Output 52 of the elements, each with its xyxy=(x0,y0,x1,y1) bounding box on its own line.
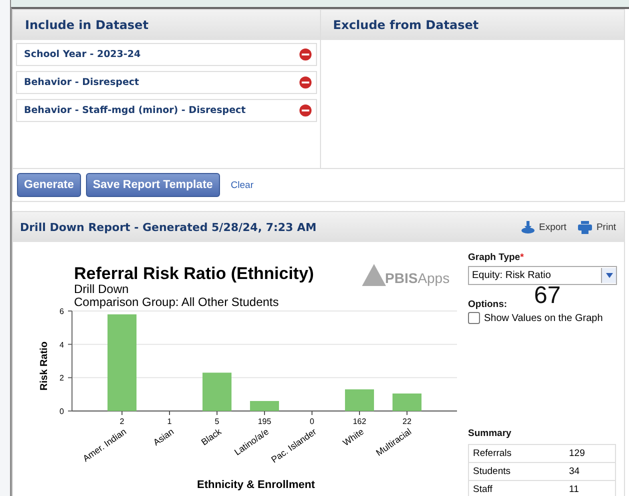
caret-icon xyxy=(606,273,612,278)
item-label: Behavior - Disrespect xyxy=(24,77,140,88)
table-cell-text: 34 xyxy=(568,466,581,477)
checkbox[interactable] xyxy=(468,312,480,324)
overlay-number: 67 xyxy=(534,284,561,308)
y-tick-label: 4 xyxy=(60,340,64,350)
x-category-label: White xyxy=(341,426,366,448)
enrollment-label: 162 xyxy=(352,417,366,426)
logo: PBISApps xyxy=(362,264,450,286)
action-button[interactable]: Save Report Template xyxy=(86,173,220,197)
graph-type-select[interactable]: Equity: Risk Ratio xyxy=(468,266,617,285)
options-label: Options: xyxy=(468,299,508,310)
chart-subtitle: Comparison Group: All Other Students xyxy=(74,295,279,309)
clear-link[interactable]: Clear xyxy=(224,180,260,190)
x-axis-title: Ethnicity & Enrollment xyxy=(197,479,315,491)
column-heading: Include in Dataset xyxy=(13,10,320,40)
y-axis-title: Risk Ratio xyxy=(39,342,50,390)
column-heading: Exclude from Dataset xyxy=(321,10,624,40)
bar xyxy=(250,401,279,411)
download-icon xyxy=(520,220,535,234)
field-label: Graph Type* xyxy=(468,252,525,263)
chart-title: Referral Risk Ratio (Ethnicity) xyxy=(74,264,314,283)
table-cell-text: Referrals xyxy=(472,448,513,459)
summary-title: Summary xyxy=(468,428,512,439)
report-title: Drill Down Report - Generated 5/28/24, 7:23 AM xyxy=(20,220,316,234)
table-cell-text: 11 xyxy=(568,484,580,495)
y-tick-label: 6 xyxy=(60,307,64,316)
table-cell-text: 129 xyxy=(568,448,586,459)
chart-subtitle: Drill Down xyxy=(74,282,129,296)
bar xyxy=(202,372,232,411)
export-button[interactable]: Export xyxy=(520,220,566,234)
remove-icon[interactable] xyxy=(299,104,312,117)
item-label: Behavior - Staff-mgd (minor) - Disrespect xyxy=(24,105,246,116)
enrollment-label: 2 xyxy=(120,417,124,426)
table-cell-text: Staff xyxy=(472,484,494,495)
enrollment-label: 1 xyxy=(167,417,172,426)
enrollment-label: 0 xyxy=(310,417,314,426)
print-button[interactable]: Print xyxy=(578,220,616,234)
bar xyxy=(345,389,374,411)
enrollment-label: 195 xyxy=(258,417,272,426)
action-button[interactable]: Generate xyxy=(17,173,81,197)
enrollment-label: 22 xyxy=(402,417,412,426)
y-tick-label: 2 xyxy=(60,374,64,383)
bar xyxy=(392,394,422,411)
remove-icon[interactable] xyxy=(299,76,312,89)
item-label: School Year - 2023-24 xyxy=(24,49,141,60)
printer-icon xyxy=(578,220,592,234)
enrollment-label: 5 xyxy=(214,417,220,426)
checkbox-label: Show Values on the Graph xyxy=(484,312,603,324)
y-tick-label: 0 xyxy=(60,407,64,416)
table-cell-text: Students xyxy=(472,466,512,477)
remove-icon[interactable] xyxy=(299,48,312,61)
